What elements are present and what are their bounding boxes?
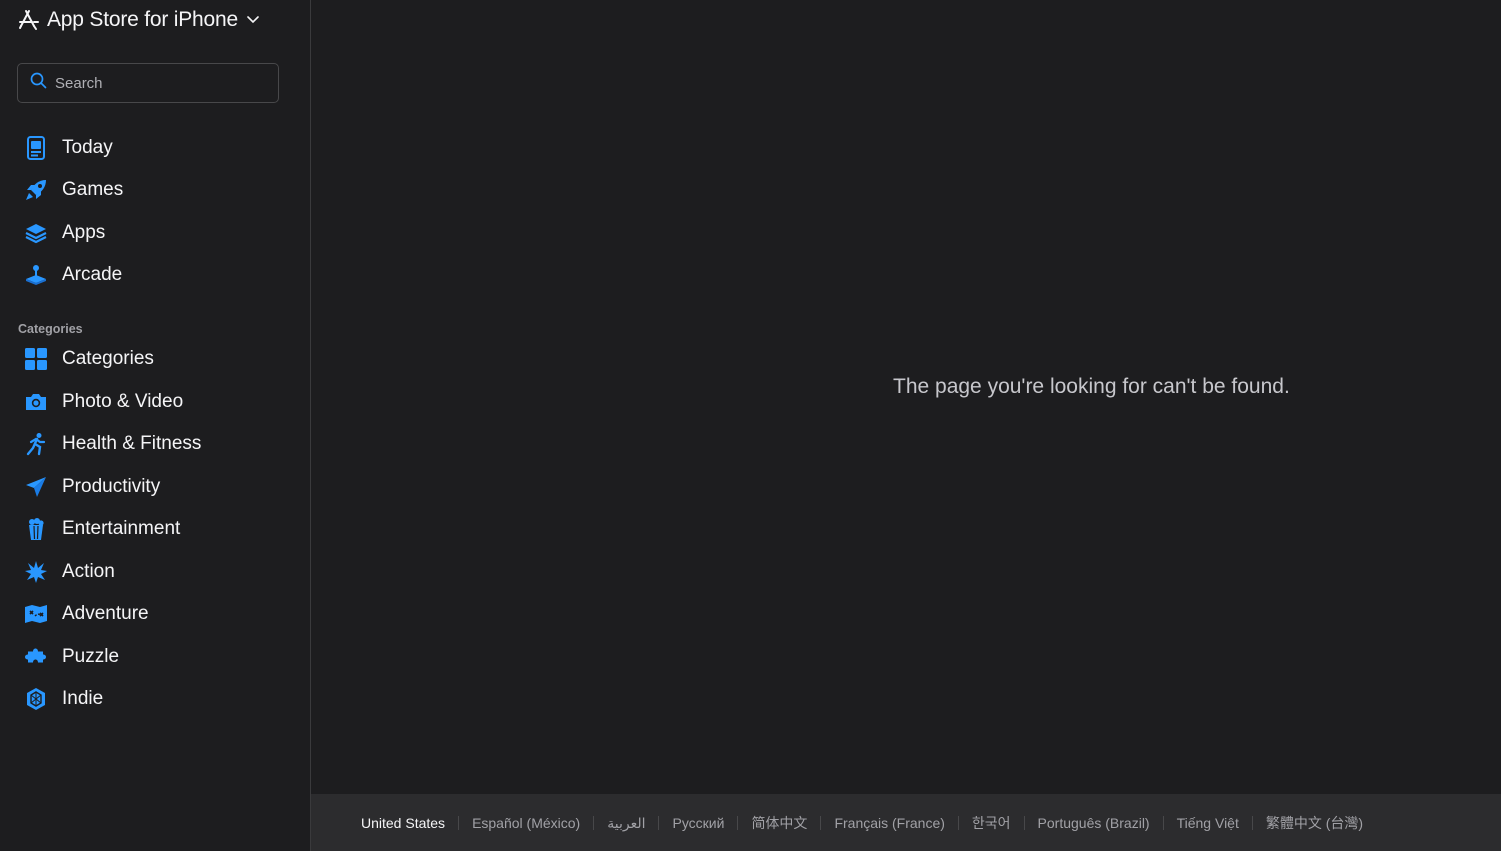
search-input[interactable] bbox=[55, 74, 265, 92]
language-footer: United States Español (México) العربية Р… bbox=[311, 794, 1501, 851]
puzzle-piece-icon bbox=[24, 645, 48, 669]
nav-label-today: Today bbox=[62, 137, 113, 158]
language-link-vietnamese[interactable]: Tiếng Việt bbox=[1162, 815, 1252, 830]
today-icon bbox=[24, 136, 48, 160]
joystick-icon bbox=[24, 263, 48, 287]
nav-label-arcade: Arcade bbox=[62, 264, 123, 285]
nav-item-arcade[interactable]: Arcade bbox=[24, 259, 122, 291]
sidebar-item-label: Health & Fitness bbox=[62, 433, 202, 454]
language-link-united-states[interactable]: United States bbox=[361, 816, 458, 830]
store-title: App Store for iPhone bbox=[47, 8, 238, 31]
search-icon bbox=[30, 72, 47, 94]
camera-icon bbox=[24, 390, 48, 414]
store-switcher[interactable]: App Store for iPhone bbox=[17, 6, 260, 34]
nav-item-today[interactable]: Today bbox=[24, 132, 113, 164]
sidebar-item-label: Action bbox=[62, 561, 115, 582]
layers-icon bbox=[24, 221, 48, 245]
sidebar-item-puzzle[interactable]: Puzzle bbox=[24, 641, 119, 673]
sidebar-item-label: Adventure bbox=[62, 603, 149, 624]
sidebar-item-label: Puzzle bbox=[62, 646, 120, 667]
sidebar-item-label: Categories bbox=[62, 348, 154, 369]
running-figure-icon bbox=[24, 432, 48, 456]
sidebar-item-entertainment[interactable]: Entertainment bbox=[24, 513, 180, 545]
nav-label-games: Games bbox=[62, 179, 124, 200]
language-link-korean[interactable]: 한국어 bbox=[957, 815, 1024, 830]
sidebar-item-label: Photo & Video bbox=[62, 391, 184, 412]
sidebar-item-health-fitness[interactable]: Health & Fitness bbox=[24, 428, 201, 460]
search-field[interactable] bbox=[17, 63, 279, 103]
nav-label-apps: Apps bbox=[62, 222, 106, 243]
popcorn-icon bbox=[24, 517, 48, 541]
language-link-arabic[interactable]: العربية bbox=[593, 815, 658, 830]
rocket-icon bbox=[24, 178, 48, 202]
paper-plane-icon bbox=[24, 475, 48, 499]
language-link-francais-france[interactable]: Français (France) bbox=[820, 815, 957, 830]
nav-item-games[interactable]: Games bbox=[24, 174, 123, 206]
language-link-espanol-mexico[interactable]: Español (México) bbox=[458, 815, 593, 830]
sidebar-item-label: Indie bbox=[62, 688, 104, 709]
chevron-down-icon bbox=[246, 15, 260, 25]
nav-item-apps[interactable]: Apps bbox=[24, 217, 105, 249]
categories-heading: Categories bbox=[18, 322, 83, 336]
language-link-portugues-brazil[interactable]: Português (Brazil) bbox=[1023, 815, 1163, 830]
app-store-icon bbox=[17, 8, 41, 32]
sidebar-item-photo-video[interactable]: Photo & Video bbox=[24, 386, 183, 418]
not-found-message: The page you're looking for can't be fou… bbox=[893, 375, 1290, 398]
sidebar-item-productivity[interactable]: Productivity bbox=[24, 471, 160, 503]
sidebar-item-categories[interactable]: Categories bbox=[24, 343, 154, 375]
treasure-map-icon bbox=[24, 602, 48, 626]
sidebar-item-indie[interactable]: Indie bbox=[24, 683, 103, 715]
hexagon-icon bbox=[24, 687, 48, 711]
sidebar-item-label: Productivity bbox=[62, 476, 161, 497]
language-link-russian[interactable]: Русский bbox=[658, 815, 737, 830]
grid-icon bbox=[24, 347, 48, 371]
sidebar-item-adventure[interactable]: Adventure bbox=[24, 598, 149, 630]
sidebar-item-label: Entertainment bbox=[62, 518, 181, 539]
main-content: The page you're looking for can't be fou… bbox=[311, 0, 1501, 794]
language-link-traditional-chinese-taiwan[interactable]: 繁體中文 (台灣) bbox=[1251, 815, 1376, 830]
burst-icon bbox=[24, 560, 48, 584]
language-link-simplified-chinese[interactable]: 简体中文 bbox=[737, 815, 820, 830]
sidebar: App Store for iPhone Today Games Apps Ar… bbox=[0, 0, 311, 851]
sidebar-item-action[interactable]: Action bbox=[24, 556, 115, 588]
